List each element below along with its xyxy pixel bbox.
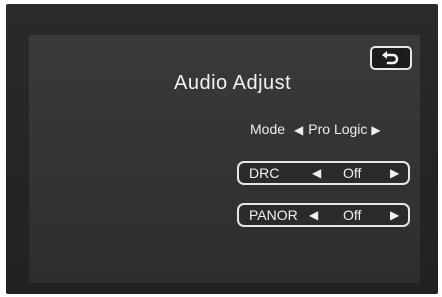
mode-selector[interactable]: Mode ◀ Pro Logic ▶ xyxy=(250,119,381,139)
mode-label: Mode xyxy=(250,121,286,137)
drc-label: DRC xyxy=(249,165,280,181)
panor-right-arrow-icon[interactable]: ▶ xyxy=(390,205,399,225)
page-title: Audio Adjust xyxy=(174,72,292,94)
drc-left-arrow-icon[interactable]: ◀ xyxy=(312,163,321,183)
return-arrow-icon xyxy=(382,51,399,65)
drc-value: Off xyxy=(343,165,362,181)
panor-option[interactable]: PANOR ◀ Off ▶ xyxy=(237,203,410,227)
mode-left-arrow-icon[interactable]: ◀ xyxy=(294,120,303,140)
back-button[interactable] xyxy=(370,46,412,70)
mode-value: Pro Logic xyxy=(308,121,368,137)
mode-right-arrow-icon[interactable]: ▶ xyxy=(371,120,380,140)
panor-label: PANOR xyxy=(249,207,298,223)
panor-value: Off xyxy=(343,207,362,223)
drc-option[interactable]: DRC ◀ Off ▶ xyxy=(237,161,410,185)
drc-right-arrow-icon[interactable]: ▶ xyxy=(390,163,399,183)
panor-left-arrow-icon[interactable]: ◀ xyxy=(309,205,318,225)
